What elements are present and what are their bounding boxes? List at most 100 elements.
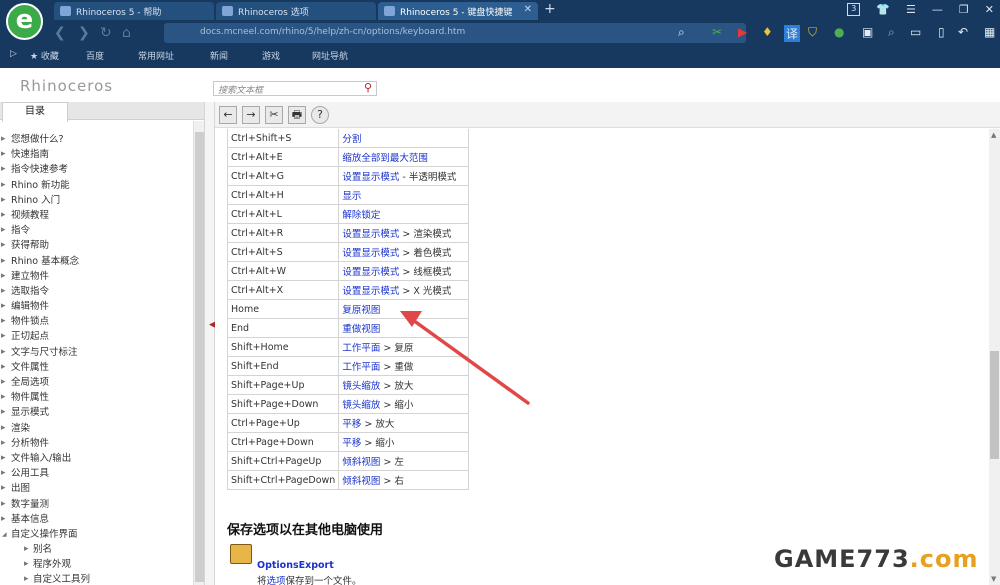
- toc-item[interactable]: 渲染: [0, 421, 204, 436]
- toc-item[interactable]: Rhino 新功能: [0, 178, 204, 193]
- url-input[interactable]: docs.mcneel.com/rhino/5/help/zh-cn/optio…: [164, 23, 746, 43]
- toc-item[interactable]: Rhino 入门: [0, 193, 204, 208]
- options-link[interactable]: 选项: [267, 576, 286, 585]
- toc-item[interactable]: 获得帮助: [0, 238, 204, 253]
- command-link[interactable]: 工作平面: [342, 343, 380, 354]
- toc-item[interactable]: 文字与尺寸标注: [0, 345, 204, 360]
- command-link[interactable]: 设置显示模式: [342, 229, 399, 240]
- toc-item[interactable]: 您想做什么?: [0, 132, 204, 147]
- command-link[interactable]: 缩放全部到最大范围: [342, 153, 428, 164]
- toc-item[interactable]: 视频教程: [0, 208, 204, 223]
- toc-item[interactable]: 显示模式: [0, 405, 204, 420]
- bulb-icon[interactable]: ♦: [762, 25, 773, 39]
- print-button[interactable]: 🖶: [288, 106, 306, 124]
- browser-tab-1[interactable]: Rhinoceros 5 - 帮助: [54, 2, 214, 20]
- toc-item[interactable]: 快速指南: [0, 147, 204, 162]
- toc-item[interactable]: 建立物件: [0, 269, 204, 284]
- bookmark-toggle-icon[interactable]: ▷: [10, 49, 17, 59]
- toc-item[interactable]: 文件属性: [0, 360, 204, 375]
- forward-arrow-icon[interactable]: ❯: [78, 25, 90, 41]
- toc-item[interactable]: 别名: [0, 542, 204, 557]
- scroll-thumb[interactable]: [990, 351, 999, 459]
- bookmark-item[interactable]: 新闻: [210, 49, 228, 62]
- search-icon[interactable]: ⌕: [678, 25, 685, 40]
- green-icon[interactable]: ●: [834, 25, 844, 39]
- scroll-down-icon[interactable]: ▼: [991, 575, 996, 583]
- command-link[interactable]: 设置显示模式: [342, 286, 399, 297]
- tab-contents[interactable]: 目录: [2, 102, 68, 122]
- refresh-icon[interactable]: ↻: [100, 25, 112, 41]
- browser-tab-2[interactable]: Rhinoceros 选项: [216, 2, 376, 20]
- shield-icon[interactable]: ⛉: [808, 25, 817, 40]
- browser-tab-3[interactable]: Rhinoceros 5 - 键盘快捷键 ✕: [378, 2, 538, 20]
- toc-item[interactable]: 分析物件: [0, 436, 204, 451]
- command-link[interactable]: 设置显示模式: [342, 172, 399, 183]
- browser-logo-icon[interactable]: e: [6, 3, 43, 40]
- command-link[interactable]: 倾斜视图: [342, 457, 380, 468]
- command-link[interactable]: 倾斜视图: [342, 476, 380, 487]
- back-button[interactable]: ←: [219, 106, 237, 124]
- toc-scrollbar[interactable]: [193, 121, 204, 585]
- command-link[interactable]: 平移: [342, 419, 361, 430]
- toc-item[interactable]: 物件属性: [0, 390, 204, 405]
- translate-icon[interactable]: 译: [784, 25, 801, 42]
- toc-item[interactable]: 选取指令: [0, 284, 204, 299]
- options-export-title[interactable]: OptionsExport: [257, 560, 334, 571]
- toc-item[interactable]: 指令: [0, 223, 204, 238]
- screen-icon[interactable]: ▭: [910, 25, 921, 39]
- search-input[interactable]: 搜索文本框 ⚲: [213, 81, 377, 96]
- command-link[interactable]: 分割: [342, 134, 361, 145]
- grid-icon[interactable]: ▦: [984, 25, 995, 39]
- menu-icon[interactable]: ☰: [906, 3, 916, 16]
- toc-item[interactable]: Rhino 基本概念: [0, 254, 204, 269]
- help-button[interactable]: ?: [311, 106, 329, 124]
- bookmark-item[interactable]: 网址导航: [312, 49, 348, 62]
- shirt-icon[interactable]: 👕: [876, 3, 890, 16]
- new-tab-button[interactable]: +: [544, 1, 556, 17]
- restore-icon[interactable]: ❐: [959, 3, 969, 16]
- command-link[interactable]: 解除锁定: [342, 210, 380, 221]
- back-arrow-icon[interactable]: ❮: [54, 25, 66, 41]
- command-link[interactable]: 复原视图: [342, 305, 380, 316]
- command-link[interactable]: 设置显示模式: [342, 267, 399, 278]
- command-link[interactable]: 平移: [342, 438, 361, 449]
- command-link[interactable]: 显示: [342, 191, 361, 202]
- command-link[interactable]: 镜头缩放: [342, 400, 380, 411]
- toc-item[interactable]: 数字量测: [0, 497, 204, 512]
- command-link[interactable]: 工作平面: [342, 362, 380, 373]
- scroll-thumb[interactable]: [195, 132, 204, 582]
- phone-icon[interactable]: ▯: [938, 25, 945, 39]
- toc-item[interactable]: 公用工具: [0, 466, 204, 481]
- tools-button[interactable]: ✂: [265, 106, 283, 124]
- command-link[interactable]: 重做视图: [342, 324, 380, 335]
- toc-item[interactable]: 出图: [0, 481, 204, 496]
- home-icon[interactable]: ⌂: [122, 25, 131, 41]
- game-icon[interactable]: ▣: [862, 25, 873, 39]
- forward-button[interactable]: →: [242, 106, 260, 124]
- scissors-icon[interactable]: ✂: [712, 25, 722, 39]
- bookmark-item[interactable]: 常用网址: [138, 49, 174, 62]
- pane-splitter[interactable]: ◀: [204, 102, 216, 585]
- toc-item[interactable]: 基本信息: [0, 512, 204, 527]
- bookmark-item[interactable]: 游戏: [262, 49, 280, 62]
- close-tab-icon[interactable]: ✕: [524, 4, 532, 15]
- toc-item[interactable]: 程序外观: [0, 557, 204, 572]
- bookmark-item[interactable]: ★ 收藏: [30, 49, 59, 62]
- toc-item[interactable]: 指令快速参考: [0, 162, 204, 177]
- undo-icon[interactable]: ↶: [958, 25, 968, 39]
- command-link[interactable]: 镜头缩放: [342, 381, 380, 392]
- toc-item[interactable]: 自定义操作界面: [0, 527, 204, 542]
- command-link[interactable]: 设置显示模式: [342, 248, 399, 259]
- toc-item[interactable]: 全局选项: [0, 375, 204, 390]
- find-icon[interactable]: ⌕: [888, 25, 895, 40]
- bookmark-item[interactable]: 百度: [86, 49, 104, 62]
- content-scrollbar[interactable]: ▲ ▼: [989, 129, 1000, 585]
- scroll-up-icon[interactable]: ▲: [991, 131, 996, 139]
- toc-item[interactable]: 文件输入/输出: [0, 451, 204, 466]
- toc-item[interactable]: 物件锁点: [0, 314, 204, 329]
- toc-item[interactable]: 编辑物件: [0, 299, 204, 314]
- tab-count-badge[interactable]: 3: [847, 3, 861, 16]
- toc-item[interactable]: 正切起点: [0, 329, 204, 344]
- video-icon[interactable]: ▶: [738, 25, 747, 39]
- toc-item[interactable]: 自定义工具列: [0, 572, 204, 585]
